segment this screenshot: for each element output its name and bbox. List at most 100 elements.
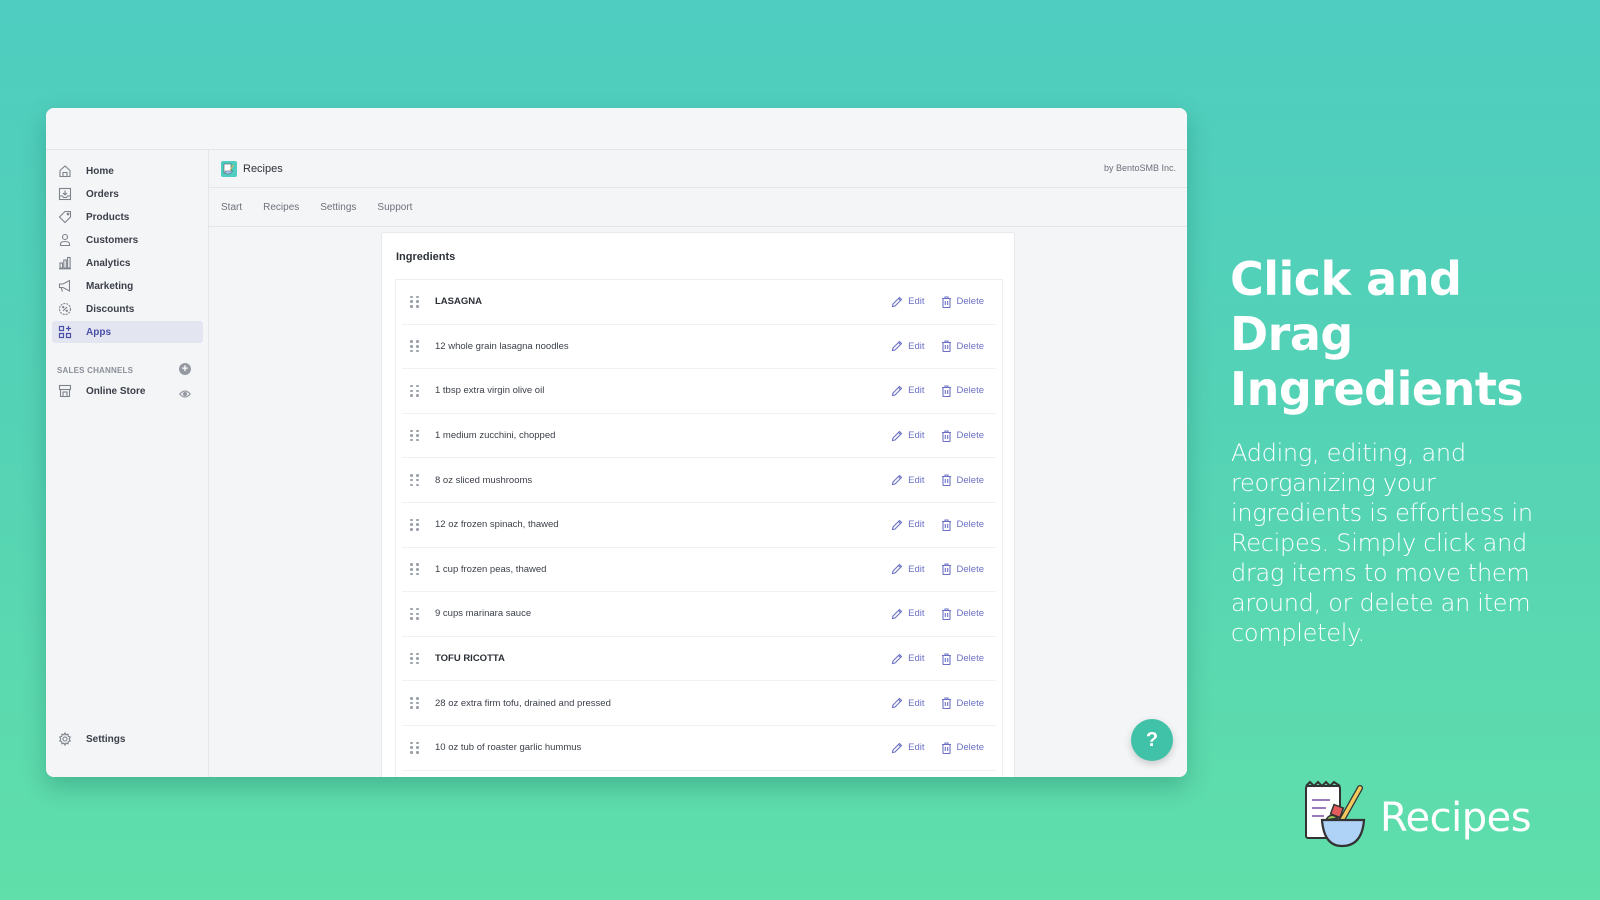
ingredient-label: 1 cup frozen peas, thawed bbox=[435, 563, 547, 575]
drag-handle-icon[interactable] bbox=[410, 429, 419, 442]
drag-handle-icon[interactable] bbox=[410, 697, 419, 709]
drag-handle-icon[interactable] bbox=[410, 607, 419, 620]
ingredient-row[interactable]: 1 tbsp extra virgin olive oil Edit Delete bbox=[402, 369, 996, 414]
trash-icon bbox=[941, 296, 951, 308]
delete-label: Delete bbox=[956, 340, 984, 352]
drag-handle-icon[interactable] bbox=[410, 518, 419, 531]
ingredient-row[interactable]: 12 oz frozen spinach, thawed Edit Delete bbox=[402, 503, 996, 548]
ingredient-label: 1 medium zucchini, chopped bbox=[435, 430, 556, 442]
sidebar-item-settings[interactable]: Settings bbox=[52, 728, 203, 750]
tab-settings[interactable]: Settings bbox=[320, 202, 356, 213]
pencil-icon bbox=[891, 653, 903, 664]
trash-icon bbox=[941, 563, 951, 576]
recipes-bowl-logo-icon bbox=[1302, 780, 1374, 855]
app-title: Recipes bbox=[243, 162, 283, 175]
pencil-icon bbox=[891, 742, 903, 753]
delete-label: Delete bbox=[956, 430, 984, 442]
ingredient-row[interactable]: 1 cup frozen peas, thawed Edit Delete bbox=[402, 548, 996, 593]
pencil-icon bbox=[891, 697, 903, 709]
ingredient-row[interactable]: 10 oz tub of roaster garlic hummus Edit De… bbox=[402, 726, 996, 771]
sidebar-item-orders[interactable]: Orders bbox=[52, 183, 203, 205]
sidebar-item-apps[interactable]: Apps bbox=[52, 321, 203, 343]
bar-chart-icon bbox=[57, 255, 73, 271]
delete-label: Delete bbox=[956, 385, 984, 397]
edit-label: Edit bbox=[908, 697, 925, 709]
edit-button[interactable]: Edit bbox=[891, 697, 925, 709]
delete-button[interactable]: Delete bbox=[941, 652, 984, 665]
delete-button[interactable]: Delete bbox=[941, 742, 984, 754]
ingredient-label: 8 oz sliced mushrooms bbox=[435, 474, 533, 486]
delete-button[interactable]: Delete bbox=[941, 519, 984, 531]
promo-body: Adding, editing, and reorganizing your i… bbox=[1231, 439, 1533, 647]
delete-button[interactable]: Delete bbox=[941, 430, 984, 442]
tag-icon bbox=[57, 209, 73, 225]
sidebar-item-customers[interactable]: Customers bbox=[52, 229, 203, 251]
ingredient-row[interactable]: 9 cups marinara sauce Edit Delete bbox=[402, 592, 996, 637]
edit-button[interactable]: Edit bbox=[891, 340, 925, 352]
edit-button[interactable]: Edit bbox=[891, 653, 925, 665]
tab-recipes[interactable]: Recipes bbox=[263, 202, 299, 213]
orders-icon bbox=[57, 186, 73, 202]
drag-handle-icon[interactable] bbox=[410, 384, 419, 397]
delete-button[interactable]: Delete bbox=[941, 608, 984, 620]
edit-label: Edit bbox=[908, 296, 925, 308]
add-sales-channel-button[interactable]: + bbox=[179, 363, 191, 375]
sidebar-item-home[interactable]: Home bbox=[52, 160, 203, 182]
delete-label: Delete bbox=[956, 608, 984, 620]
tab-support[interactable]: Support bbox=[377, 202, 412, 213]
edit-button[interactable]: Edit bbox=[891, 519, 925, 531]
delete-label: Delete bbox=[956, 653, 984, 665]
delete-button[interactable]: Delete bbox=[941, 697, 984, 710]
ingredient-label: 12 oz frozen spinach, thawed bbox=[435, 519, 559, 531]
sidebar-item-discounts[interactable]: Discounts bbox=[52, 298, 203, 320]
drag-handle-icon[interactable] bbox=[410, 340, 419, 353]
sidebar-item-label: Discounts bbox=[86, 303, 135, 315]
help-button[interactable]: ? bbox=[1131, 719, 1173, 761]
ingredients-title: Ingredients bbox=[396, 251, 456, 263]
promo-title: Click and Drag Ingredients bbox=[1230, 252, 1524, 416]
store-icon bbox=[57, 383, 73, 399]
edit-button[interactable]: Edit bbox=[891, 385, 925, 397]
drag-handle-icon[interactable] bbox=[410, 652, 419, 665]
delete-button[interactable]: Delete bbox=[941, 385, 984, 397]
ingredients-card: Ingredients LASAGNA Edit Delete 12 whole gr… bbox=[381, 232, 1015, 777]
sidebar-item-analytics[interactable]: Analytics bbox=[52, 252, 203, 274]
main-content: Recipes by BentoSMB Inc. Start Recipes S… bbox=[209, 150, 1187, 777]
sidebar-item-marketing[interactable]: Marketing bbox=[52, 275, 203, 297]
ingredient-row[interactable]: 8 oz sliced mushrooms Edit Delete bbox=[402, 458, 996, 503]
delete-button[interactable]: Delete bbox=[941, 474, 984, 487]
edit-label: Edit bbox=[908, 653, 925, 665]
drag-handle-icon[interactable] bbox=[410, 295, 419, 308]
app-tabs: Start Recipes Settings Support bbox=[209, 188, 1187, 227]
delete-button[interactable]: Delete bbox=[941, 340, 984, 353]
ingredient-row[interactable]: LASAGNA Edit Delete bbox=[402, 280, 996, 325]
edit-button[interactable]: Edit bbox=[891, 608, 925, 620]
view-store-eye-icon[interactable] bbox=[178, 386, 192, 404]
sidebar-item-label: Orders bbox=[86, 188, 119, 200]
sales-channels-title: SALES CHANNELS bbox=[57, 366, 134, 375]
edit-button[interactable]: Edit bbox=[891, 474, 925, 486]
trash-icon bbox=[941, 608, 951, 620]
ingredient-row[interactable]: 1 medium zucchini, chopped Edit Delete bbox=[402, 414, 996, 459]
edit-button[interactable]: Edit bbox=[891, 742, 925, 754]
delete-label: Delete bbox=[956, 519, 984, 531]
ingredient-row[interactable]: 12 whole grain lasagna noodles Edit Delete bbox=[402, 325, 996, 370]
edit-button[interactable]: Edit bbox=[891, 296, 925, 308]
ingredient-row[interactable]: 28 oz extra firm tofu, drained and press… bbox=[402, 681, 996, 726]
edit-button[interactable]: Edit bbox=[891, 563, 925, 575]
edit-label: Edit bbox=[908, 385, 925, 397]
ingredient-label: 10 oz tub of roaster garlic hummus bbox=[435, 742, 582, 754]
delete-button[interactable]: Delete bbox=[941, 563, 984, 576]
ingredient-row[interactable]: TOFU RICOTTA Edit Delete bbox=[402, 637, 996, 682]
drag-handle-icon[interactable] bbox=[410, 474, 419, 486]
delete-button[interactable]: Delete bbox=[941, 296, 984, 308]
drag-handle-icon[interactable] bbox=[410, 741, 419, 754]
tab-start[interactable]: Start bbox=[221, 202, 242, 213]
edit-label: Edit bbox=[908, 519, 925, 531]
sidebar-item-products[interactable]: Products bbox=[52, 206, 203, 228]
delete-label: Delete bbox=[956, 742, 984, 754]
drag-handle-icon[interactable] bbox=[410, 563, 419, 576]
ingredient-label: 1 tbsp extra virgin olive oil bbox=[435, 385, 545, 397]
sidebar-item-label: Customers bbox=[86, 234, 139, 246]
edit-button[interactable]: Edit bbox=[891, 430, 925, 442]
